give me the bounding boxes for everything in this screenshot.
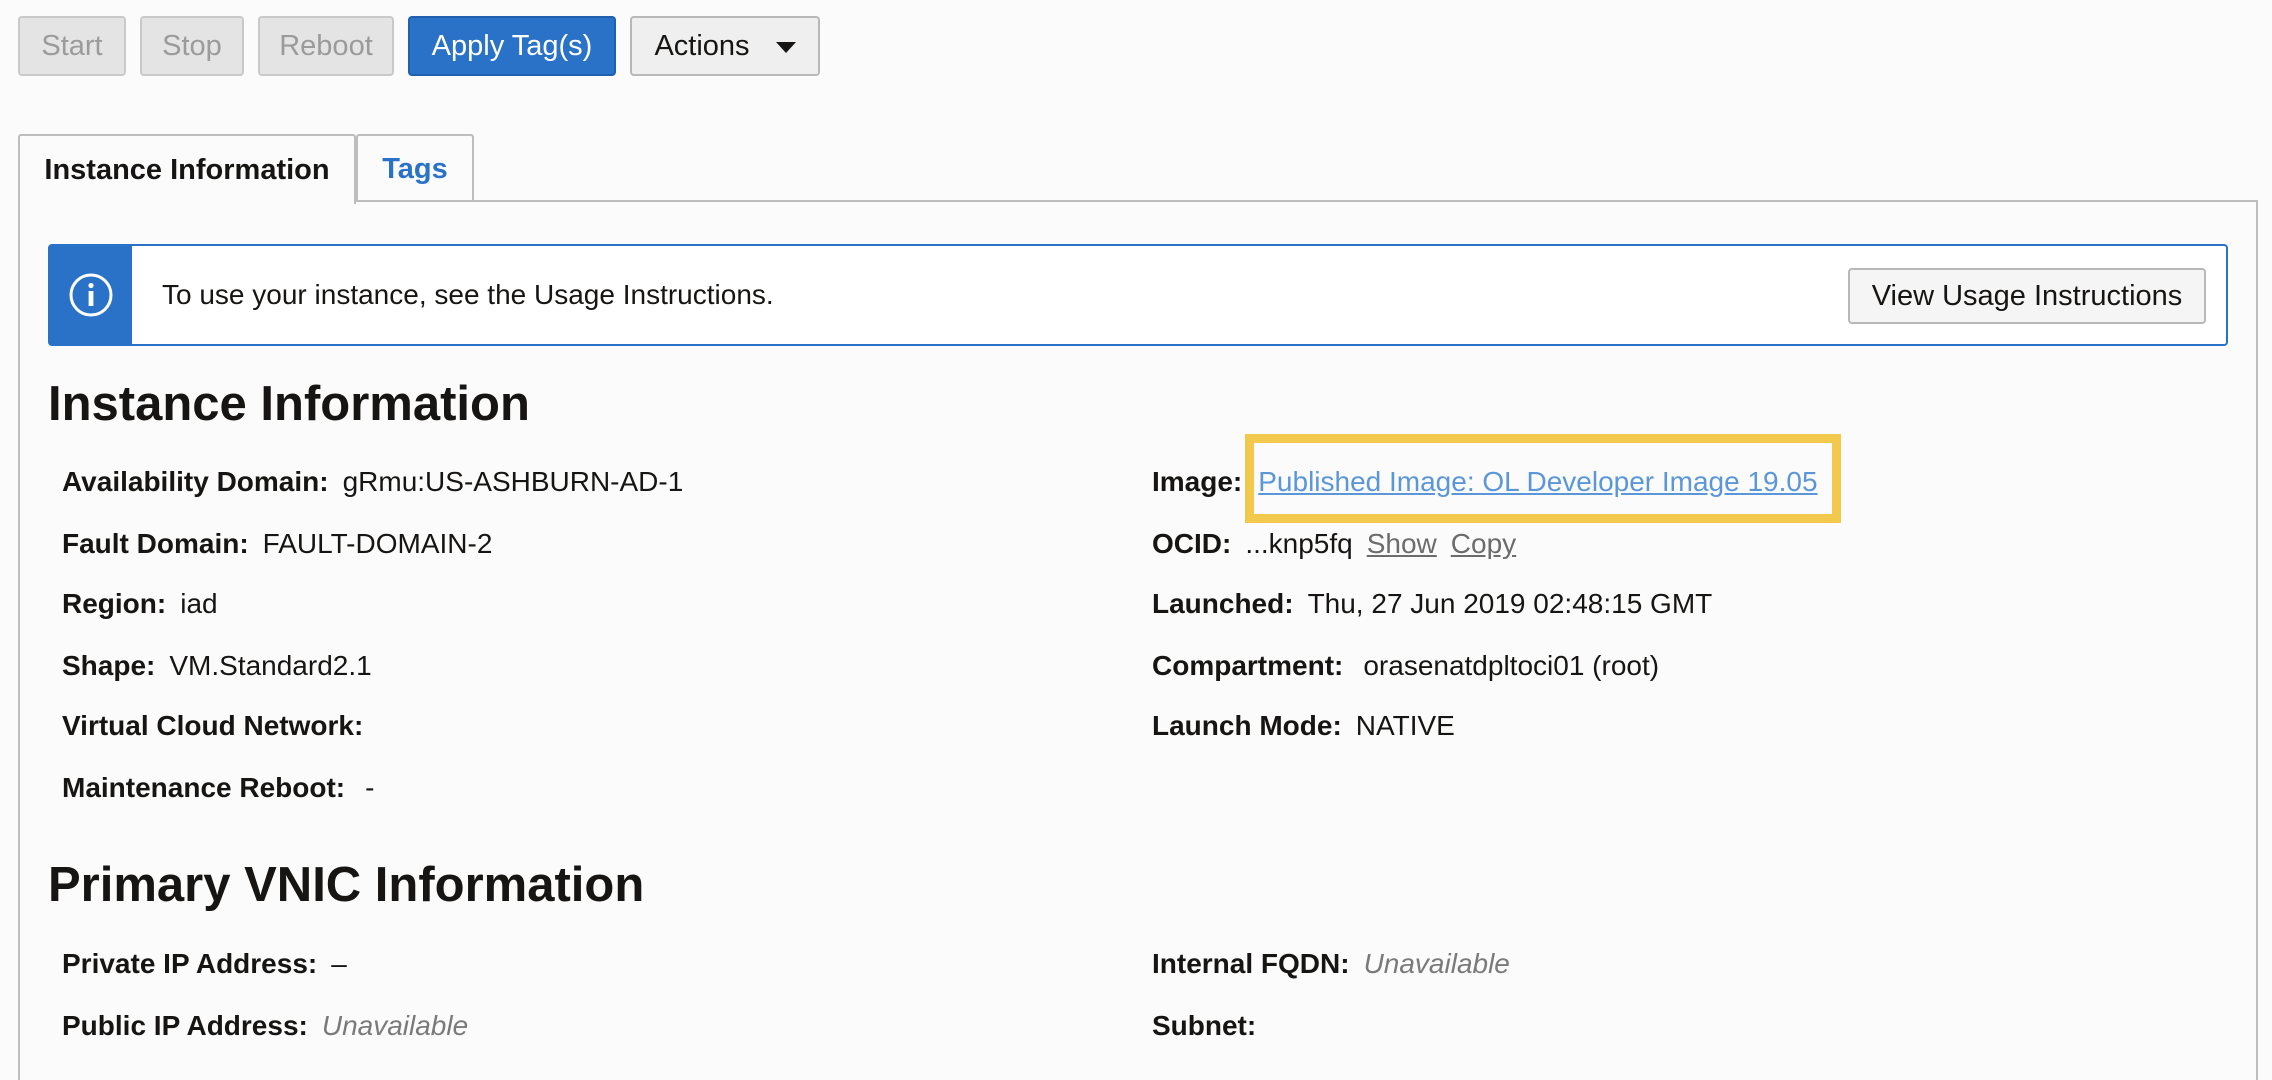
field-label: Launched: [1152,588,1294,619]
launch-mode-field: Launch Mode: NATIVE [1152,710,1455,742]
compartment-field: Compartment: orasenatdpltoci01 (root) [1152,650,1659,682]
field-value: - [365,772,375,803]
shape-field: Shape: VM.Standard2.1 [62,650,372,682]
ocid-copy-link[interactable]: Copy [1451,528,1516,560]
field-label: Region: [62,588,167,619]
stop-button[interactable]: Stop [140,16,244,76]
field-label: Virtual Cloud Network: [62,710,364,741]
field-value: Thu, 27 Jun 2019 02:48:15 GMT [1307,588,1713,619]
ocid-value: ...knp5fq [1245,528,1353,559]
field-label: OCID: [1152,528,1232,559]
field-value: FAULT-DOMAIN-2 [262,528,493,559]
view-usage-instructions-button[interactable]: View Usage Instructions [1848,268,2206,324]
field-label: Shape: [62,650,156,681]
field-label: Launch Mode: [1152,710,1342,741]
ocid-show-link[interactable]: Show [1367,528,1437,560]
apply-tags-button[interactable]: Apply Tag(s) [408,16,616,76]
field-value: gRmu:US-ASHBURN-AD-1 [342,466,684,497]
instance-information-heading: Instance Information [48,377,530,431]
tab-instance-information[interactable]: Instance Information [18,134,356,204]
field-value: Unavailable [1363,948,1510,979]
field-label: Fault Domain: [62,528,249,559]
region-field: Region: iad [62,588,218,620]
ocid-field: OCID: ...knp5fq Show Copy [1152,528,1516,560]
availability-domain-field: Availability Domain: gRmu:US-ASHBURN-AD-… [62,466,683,498]
start-button[interactable]: Start [18,16,126,76]
field-value: NATIVE [1355,710,1455,741]
banner-message: To use your instance, see the Usage Inst… [162,279,774,310]
field-label: Public IP Address: [62,1010,308,1041]
field-value: iad [180,588,218,619]
field-label: Maintenance Reboot: [62,772,346,803]
reboot-button[interactable]: Reboot [258,16,394,76]
banner-icon-container [50,246,132,344]
tab-tags[interactable]: Tags [356,134,474,202]
field-value: VM.Standard2.1 [169,650,372,681]
info-banner: To use your instance, see the Usage Inst… [48,244,2228,346]
private-ip-field: Private IP Address: – [62,948,347,980]
field-value: Unavailable [321,1010,469,1041]
actions-label: Actions [654,29,750,62]
toolbar: Start Stop Reboot Apply Tag(s) Actions [0,0,2272,80]
field-label: Image: [1152,466,1243,497]
field-value: – [331,948,347,979]
fault-domain-field: Fault Domain: FAULT-DOMAIN-2 [62,528,492,560]
subnet-field: Subnet: [1152,1010,1270,1042]
image-highlight-box [1245,434,1841,523]
field-label: Private IP Address: [62,948,318,979]
field-label: Compartment: [1152,650,1344,681]
field-label: Subnet: [1152,1010,1257,1041]
virtual-cloud-network-field: Virtual Cloud Network: [62,710,377,742]
actions-dropdown[interactable]: Actions [630,16,820,76]
field-value: orasenatdpltoci01 (root) [1363,650,1660,681]
primary-vnic-heading: Primary VNIC Information [48,858,645,912]
maintenance-reboot-field: Maintenance Reboot: - [62,772,374,804]
public-ip-field: Public IP Address: Unavailable [62,1010,468,1042]
field-label: Availability Domain: [62,466,329,497]
info-icon [69,273,113,317]
internal-fqdn-field: Internal FQDN: Unavailable [1152,948,1510,980]
chevron-down-icon [775,42,796,53]
launched-field: Launched: Thu, 27 Jun 2019 02:48:15 GMT [1152,588,1712,620]
field-label: Internal FQDN: [1152,948,1350,979]
